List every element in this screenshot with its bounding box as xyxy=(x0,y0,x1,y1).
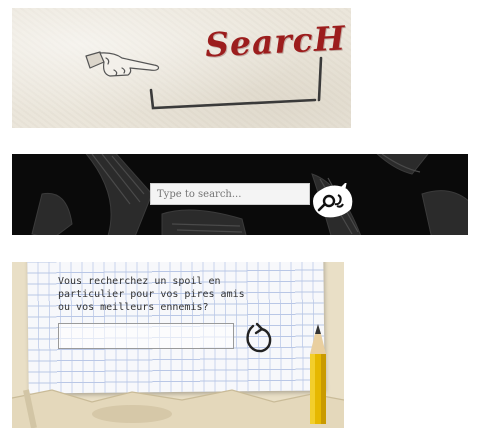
question-line: ou vos meilleurs ennemis? xyxy=(58,302,209,313)
paper-search-panel: SearcH xyxy=(12,8,351,128)
notebook-search-input[interactable] xyxy=(58,323,234,349)
dark-search-panel xyxy=(12,154,468,235)
search-input[interactable] xyxy=(150,183,310,205)
question-line: particulier pour vos pires amis xyxy=(58,289,245,300)
search-question: Vous recherchez un spoil en particulier … xyxy=(58,275,268,314)
pencil-icon xyxy=(310,324,326,424)
torn-paper-edge xyxy=(12,389,344,428)
notebook-search-panel: Vous recherchez un spoil en particulier … xyxy=(12,262,344,428)
bracket-underline-icon xyxy=(149,56,323,110)
question-line: Vous recherchez un spoil en xyxy=(58,276,221,287)
search-button-icon[interactable] xyxy=(311,183,355,219)
refresh-arrow-icon[interactable] xyxy=(244,320,274,356)
